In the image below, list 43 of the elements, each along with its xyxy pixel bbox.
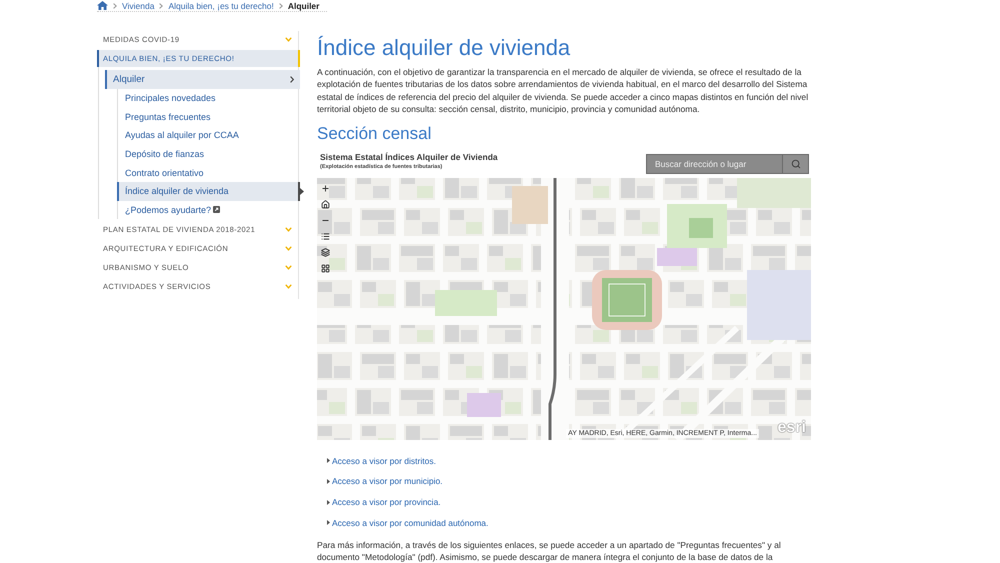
external-link-icon	[213, 206, 220, 214]
search-icon	[790, 158, 800, 169]
zoom-in-icon[interactable]	[321, 184, 330, 193]
home-icon[interactable]	[97, 1, 108, 10]
viewer-link[interactable]: Acceso a visor por distritos.	[332, 454, 436, 467]
viewer-link[interactable]: Acceso a visor por provincia.	[332, 496, 441, 508]
nav-item-link[interactable]: Ayudas al alquiler por CCAA	[118, 126, 300, 145]
bullet-icon	[327, 458, 330, 464]
search-button[interactable]	[782, 154, 809, 174]
more-info-text: Para más información, a través de los siguientes enlaces, se puede acceder a un apartado de "Preguntas frecuentes" y al documento "Metodología" (pdf). Asimismo, se puede descargar de manera íntegra el conjunto de la base de datos de la	[317, 538, 782, 563]
caret-icon	[285, 227, 292, 232]
nav-item-link[interactable]: Depósito de fianzas	[118, 144, 300, 164]
bullet-icon	[327, 500, 330, 504]
caret-icon	[285, 265, 292, 270]
caret-icon	[285, 246, 292, 252]
home-icon[interactable]	[321, 200, 330, 209]
nav-item-link[interactable]: Contrato orientativo	[118, 163, 300, 182]
chevron-icon	[113, 2, 117, 8]
layers-icon[interactable]	[321, 248, 330, 257]
breadcrumb-link[interactable]: Alquila bien, ¡es tu derecho!	[168, 0, 274, 10]
nav-item-link[interactable]: Principales novedades	[118, 89, 300, 108]
caret-icon	[285, 37, 292, 42]
chevron-icon	[159, 2, 164, 8]
bullet-icon	[327, 478, 330, 484]
viewer-link[interactable]: Acceso a visor por municipio.	[332, 475, 443, 488]
list-icon[interactable]	[321, 232, 330, 241]
breadcrumb-link[interactable]: Alquiler	[288, 0, 320, 10]
caret-icon	[285, 284, 292, 290]
chevron-icon	[278, 2, 283, 8]
nav-subsection-link[interactable]: Alquiler	[105, 70, 300, 89]
viewer-link[interactable]: Acceso a visor por comunidad autónoma.	[332, 516, 488, 529]
intro-text: A continuación, con el objetivo de garantizar la transparencia en el mercado de alquiler de vivienda, se ofrece el resultado de la explotación de fuentes tributarias de los datos sobre arrendamientos de vivienda habitual, en el marco del desarrollo del Sistema estatal de índices de referencia del precio del alquiler de vivienda. Se puede acceder a cinco mapas distintos en función del nivel territorial objeto de su consulta: sección censal, distrito, municipio, provincia y comunidad autónoma.	[317, 66, 810, 116]
map-title: Sistema Estatal Índices Alquiler de Vivienda	[320, 152, 498, 162]
chevron-right-icon	[290, 76, 294, 83]
page-title: Índice alquiler de vivienda	[317, 35, 572, 61]
grid-icon[interactable]	[321, 264, 330, 273]
search-field[interactable]: Buscar dirección o lugar	[646, 154, 782, 174]
section-title: Sección censal	[317, 122, 432, 145]
nav-item-link[interactable]: Preguntas frecuentes	[118, 108, 300, 126]
nav-item-link[interactable]: ¿Podemos ayudarte?	[118, 200, 300, 220]
bullet-icon	[327, 520, 330, 526]
pointer-icon	[300, 188, 304, 195]
breadcrumb-link[interactable]: Vivienda	[122, 0, 154, 10]
